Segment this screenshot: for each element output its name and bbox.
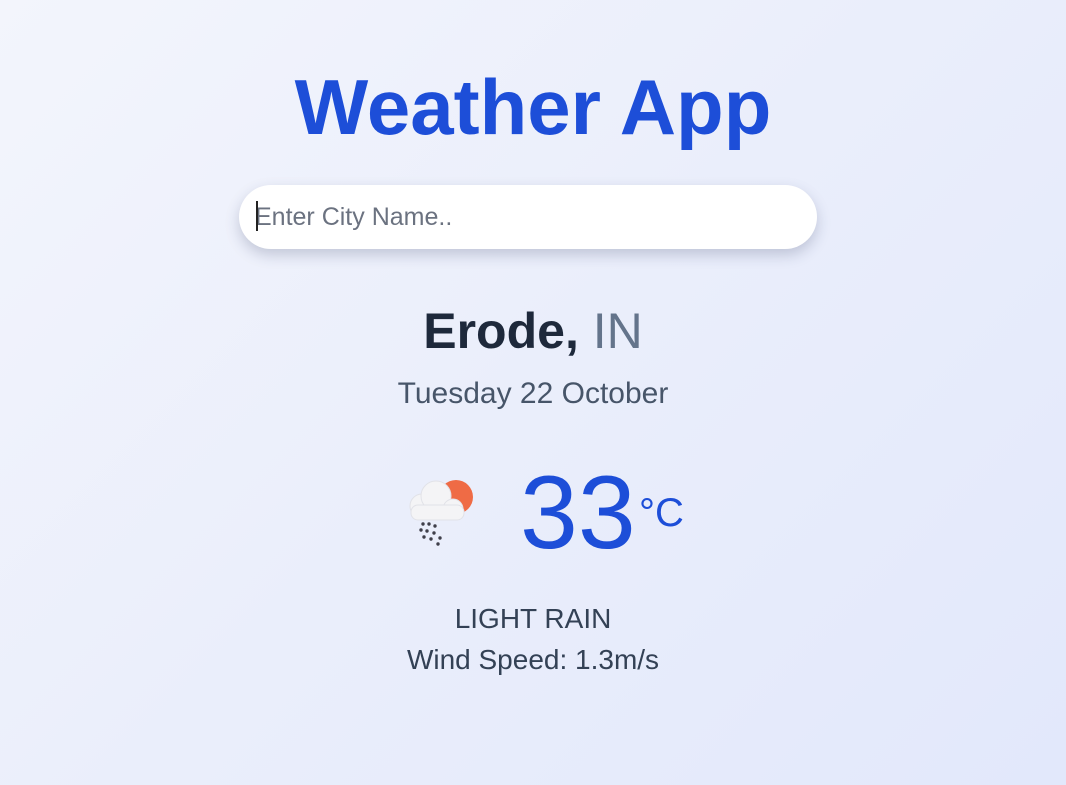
cloud-sun-rain-icon [409,480,473,546]
page-title: Weather App [294,63,772,151]
weather-app: Weather App Erode, IN Tuesday 22 October [0,0,1066,785]
rain-drops [419,522,442,546]
country-code: IN [592,303,643,359]
search-box[interactable] [239,185,817,249]
city-name: Erode, [423,303,579,359]
location: Erode, IN [0,302,1066,360]
city-search-input[interactable] [255,185,795,249]
current-date: Tuesday 22 October [397,377,669,410]
text-caret [256,201,258,231]
temperature-value: 33 [520,455,636,571]
wind-speed: Wind Speed: 1.3m/s [406,644,660,675]
weather-description: LIGHT RAIN [454,603,612,634]
temperature-unit: °C [639,491,684,535]
